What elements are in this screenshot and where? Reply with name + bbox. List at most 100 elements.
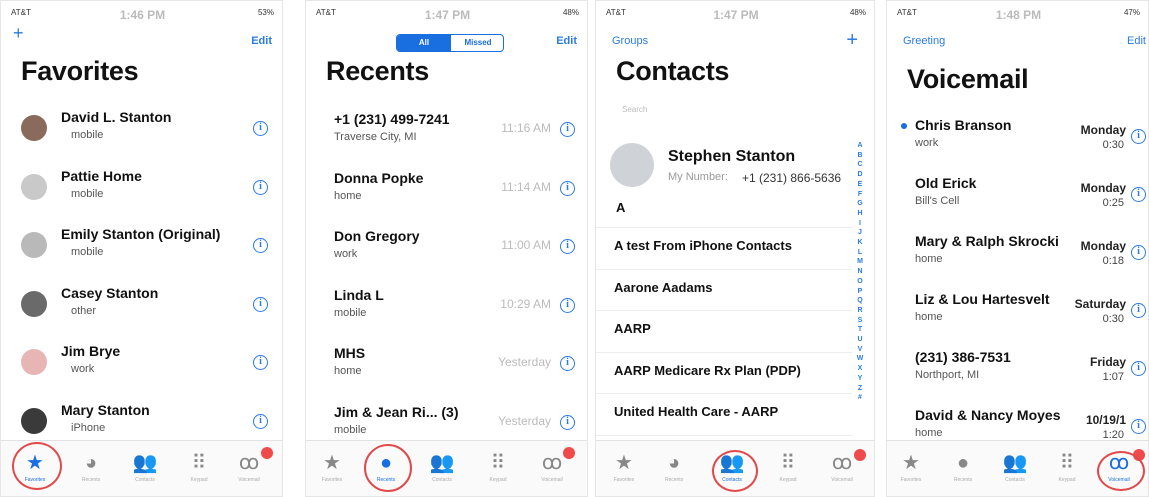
tab-label: Favorites <box>900 477 922 483</box>
tab-favorites[interactable]: ★ Favorites <box>312 451 352 491</box>
index-letter[interactable]: P <box>856 287 864 297</box>
index-letter[interactable]: M <box>856 257 864 267</box>
index-letter[interactable]: Z <box>856 384 864 394</box>
contact-row[interactable]: United Health Care - AARP <box>596 393 852 433</box>
favorite-row[interactable]: Casey Stanton other i <box>1 281 282 339</box>
info-icon[interactable]: i <box>560 122 575 137</box>
info-icon[interactable]: i <box>1131 129 1146 144</box>
tab-contacts[interactable]: 👥 Contacts <box>995 451 1035 491</box>
index-letter[interactable]: Q <box>856 296 864 306</box>
voicemail-date: Monday <box>1080 239 1126 253</box>
info-icon[interactable]: i <box>560 239 575 254</box>
index-letter[interactable]: U <box>856 335 864 345</box>
index-letter[interactable]: O <box>856 277 864 287</box>
tab-label: Keypad <box>779 477 797 483</box>
info-icon[interactable]: i <box>560 180 575 196</box>
info-icon[interactable]: i <box>253 238 268 253</box>
index-letter[interactable]: A <box>856 141 864 151</box>
info-icon[interactable]: i <box>1131 419 1146 434</box>
recent-call-row[interactable]: Linda L mobile 10:29 AM i <box>306 283 587 341</box>
index-letter[interactable]: T <box>856 325 864 335</box>
greeting-button[interactable]: Greeting <box>903 35 945 47</box>
index-letter[interactable]: # <box>856 393 864 403</box>
info-icon[interactable]: i <box>1131 361 1146 376</box>
index-letter[interactable]: G <box>856 199 864 209</box>
info-icon[interactable]: i <box>560 356 575 371</box>
tab-favorites[interactable]: ★ Favorites <box>604 451 644 491</box>
info-icon[interactable]: i <box>253 179 268 195</box>
index-letter[interactable]: N <box>856 267 864 277</box>
groups-button[interactable]: Groups <box>612 35 648 47</box>
alphabet-index[interactable]: A B C D E F G H I J K L M N O P Q R S T U V W X Y Z # <box>856 141 864 403</box>
search-input[interactable]: Search <box>614 101 844 119</box>
index-letter[interactable]: I <box>856 219 864 229</box>
contact-row[interactable]: AARP Medicare Rx Plan (PDP) <box>596 351 852 392</box>
favorite-row[interactable]: David L. Stanton mobile i <box>1 105 282 163</box>
contact-row[interactable]: A test From iPhone Contacts <box>596 227 852 267</box>
edit-button[interactable]: Edit <box>556 35 577 47</box>
index-letter[interactable]: X <box>856 364 864 374</box>
tab-keypad[interactable]: ⠿ Keypad <box>768 451 808 491</box>
recent-call-row[interactable]: MHS home Yesterday i <box>306 341 587 399</box>
tab-contacts[interactable]: 👥 Contacts <box>125 451 165 491</box>
recent-call-row[interactable]: +1 (231) 499-7241 Traverse City, MI 11:16 … <box>306 107 587 165</box>
my-card-name[interactable]: Stephen Stanton <box>668 148 795 166</box>
info-icon[interactable]: i <box>1131 303 1146 318</box>
tab-keypad[interactable]: ⠿ Keypad <box>478 451 518 491</box>
favorite-row[interactable]: Jim Brye work i <box>1 339 282 397</box>
index-letter[interactable]: E <box>856 180 864 190</box>
tab-recents[interactable]: ● Recents <box>943 451 983 491</box>
voicemail-row[interactable]: Chris Branson work Monday 0:30 i <box>887 113 1148 171</box>
index-letter[interactable]: W <box>856 354 864 364</box>
voicemail-row[interactable]: Liz & Lou Hartesvelt home Saturday 0:30 i <box>887 287 1148 345</box>
index-letter[interactable]: L <box>856 248 864 258</box>
edit-button[interactable]: Edit <box>1127 35 1146 47</box>
favorite-row[interactable]: Pattie Home mobile i <box>1 164 282 222</box>
contact-row[interactable]: AARP <box>596 310 852 350</box>
tab-recents[interactable]: ◕ Recents <box>71 451 111 491</box>
info-icon[interactable]: i <box>253 355 268 370</box>
tab-recents[interactable]: ◕ Recents <box>654 451 694 491</box>
info-icon[interactable]: i <box>560 414 575 430</box>
index-letter[interactable]: H <box>856 209 864 219</box>
add-button[interactable]: + <box>13 23 24 44</box>
voicemail-date: Saturday <box>1074 297 1126 311</box>
index-letter[interactable]: Y <box>856 374 864 384</box>
tab-favorites[interactable]: ★ Favorites <box>891 451 931 491</box>
favorite-row[interactable]: Emily Stanton (Original) mobile i <box>1 222 282 280</box>
caller-name: Chris Branson <box>915 117 1012 133</box>
segment-all[interactable]: All <box>397 35 451 51</box>
recent-call-row[interactable]: Donna Popke home 11:14 AM i <box>306 166 587 224</box>
tab-contacts[interactable]: 👥 Contacts <box>422 451 462 491</box>
info-icon[interactable]: i <box>253 296 268 312</box>
contact-name: David L. Stanton <box>61 109 172 125</box>
star-icon: ★ <box>902 452 920 474</box>
clock-label: 1:47 PM <box>424 8 471 22</box>
recent-call-row[interactable]: Don Gregory work 11:00 AM i <box>306 224 587 282</box>
info-icon[interactable]: i <box>253 121 268 136</box>
index-letter[interactable]: K <box>856 238 864 248</box>
info-icon[interactable]: i <box>1131 245 1146 260</box>
index-letter[interactable]: D <box>856 170 864 180</box>
tab-keypad[interactable]: ⠿ Keypad <box>1047 451 1087 491</box>
index-letter[interactable]: R <box>856 306 864 316</box>
info-icon[interactable]: i <box>560 297 575 313</box>
voicemail-duration: 1:07 <box>1102 371 1124 383</box>
index-letter[interactable]: C <box>856 160 864 170</box>
add-contact-button[interactable]: + <box>846 29 858 52</box>
index-letter[interactable]: V <box>856 345 864 355</box>
edit-button[interactable]: Edit <box>251 35 272 47</box>
tab-keypad[interactable]: ⠿ Keypad <box>179 451 219 491</box>
voicemail-row[interactable]: Mary & Ralph Skrocki home Monday 0:18 i <box>887 229 1148 287</box>
contact-row[interactable]: Aarone Aadams <box>596 268 852 309</box>
voicemail-row[interactable]: Old Erick Bill's Cell Monday 0:25 i <box>887 171 1148 229</box>
info-icon[interactable]: i <box>1131 187 1146 202</box>
index-letter[interactable]: S <box>856 316 864 326</box>
info-icon[interactable]: i <box>253 413 268 429</box>
index-letter[interactable]: B <box>856 151 864 161</box>
index-letter[interactable]: J <box>856 228 864 238</box>
segment-missed[interactable]: Missed <box>451 35 503 51</box>
index-letter[interactable]: F <box>856 190 864 200</box>
voicemail-row[interactable]: (231) 386-7531 Northport, MI Friday 1:07 i <box>887 345 1148 403</box>
section-header-a: A <box>616 200 626 215</box>
